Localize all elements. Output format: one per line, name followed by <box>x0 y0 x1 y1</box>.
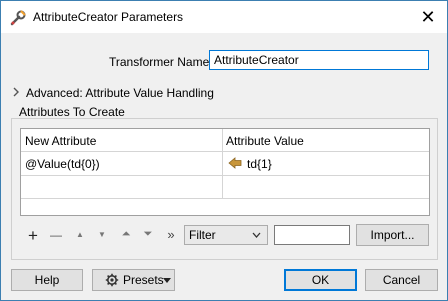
chevron-right-icon[interactable] <box>12 87 20 97</box>
attribute-value-arrow-icon <box>228 157 242 169</box>
attributes-table[interactable]: New Attribute Attribute Value @Value(td{… <box>20 128 430 216</box>
wrench-icon <box>10 10 26 26</box>
column-header-new-attribute[interactable]: New Attribute <box>25 134 96 148</box>
attributes-group-label: Attributes To Create <box>18 105 126 119</box>
transformer-name-label: Transformer Name: <box>109 55 213 69</box>
move-down-icon[interactable]: ▼ <box>95 230 109 239</box>
presets-button[interactable]: Presets <box>92 269 175 291</box>
move-bottom-icon[interactable]: ⏷ <box>141 228 155 241</box>
header-divider <box>21 151 429 152</box>
column-divider <box>222 129 223 199</box>
remove-row-icon[interactable]: — <box>49 228 63 242</box>
filter-text-input[interactable] <box>274 225 350 245</box>
add-row-icon[interactable]: + <box>26 226 40 246</box>
title-bar: AttributeCreator Parameters ✕ <box>1 1 447 33</box>
close-icon[interactable]: ✕ <box>415 4 441 30</box>
row-divider <box>21 175 429 176</box>
attributecreator-dialog: AttributeCreator Parameters ✕ Transforme… <box>0 0 448 301</box>
window-title: AttributeCreator Parameters <box>33 10 184 24</box>
more-options-icon[interactable]: » <box>164 227 178 242</box>
move-top-icon[interactable]: ⏶ <box>119 228 133 241</box>
gear-icon <box>105 273 119 287</box>
help-button[interactable]: Help <box>11 269 83 291</box>
chevron-down-icon <box>252 232 261 238</box>
advanced-section-toggle[interactable]: Advanced: Attribute Value Handling <box>26 86 214 100</box>
caret-down-icon <box>163 278 171 283</box>
ok-button[interactable]: OK <box>284 269 357 291</box>
filter-dropdown[interactable]: Filter <box>184 225 268 245</box>
move-up-icon[interactable]: ▲ <box>73 230 87 239</box>
transformer-name-input[interactable] <box>209 50 429 70</box>
filter-dropdown-value: Filter <box>189 228 216 242</box>
column-header-attribute-value[interactable]: Attribute Value <box>226 134 304 148</box>
import-button[interactable]: Import... <box>356 224 429 246</box>
presets-button-label: Presets <box>123 273 164 287</box>
cancel-button[interactable]: Cancel <box>365 269 438 291</box>
new-attribute-cell[interactable]: @Value(td{0}) <box>25 157 100 171</box>
attribute-value-cell[interactable]: td{1} <box>247 157 272 171</box>
row-divider <box>21 198 429 199</box>
